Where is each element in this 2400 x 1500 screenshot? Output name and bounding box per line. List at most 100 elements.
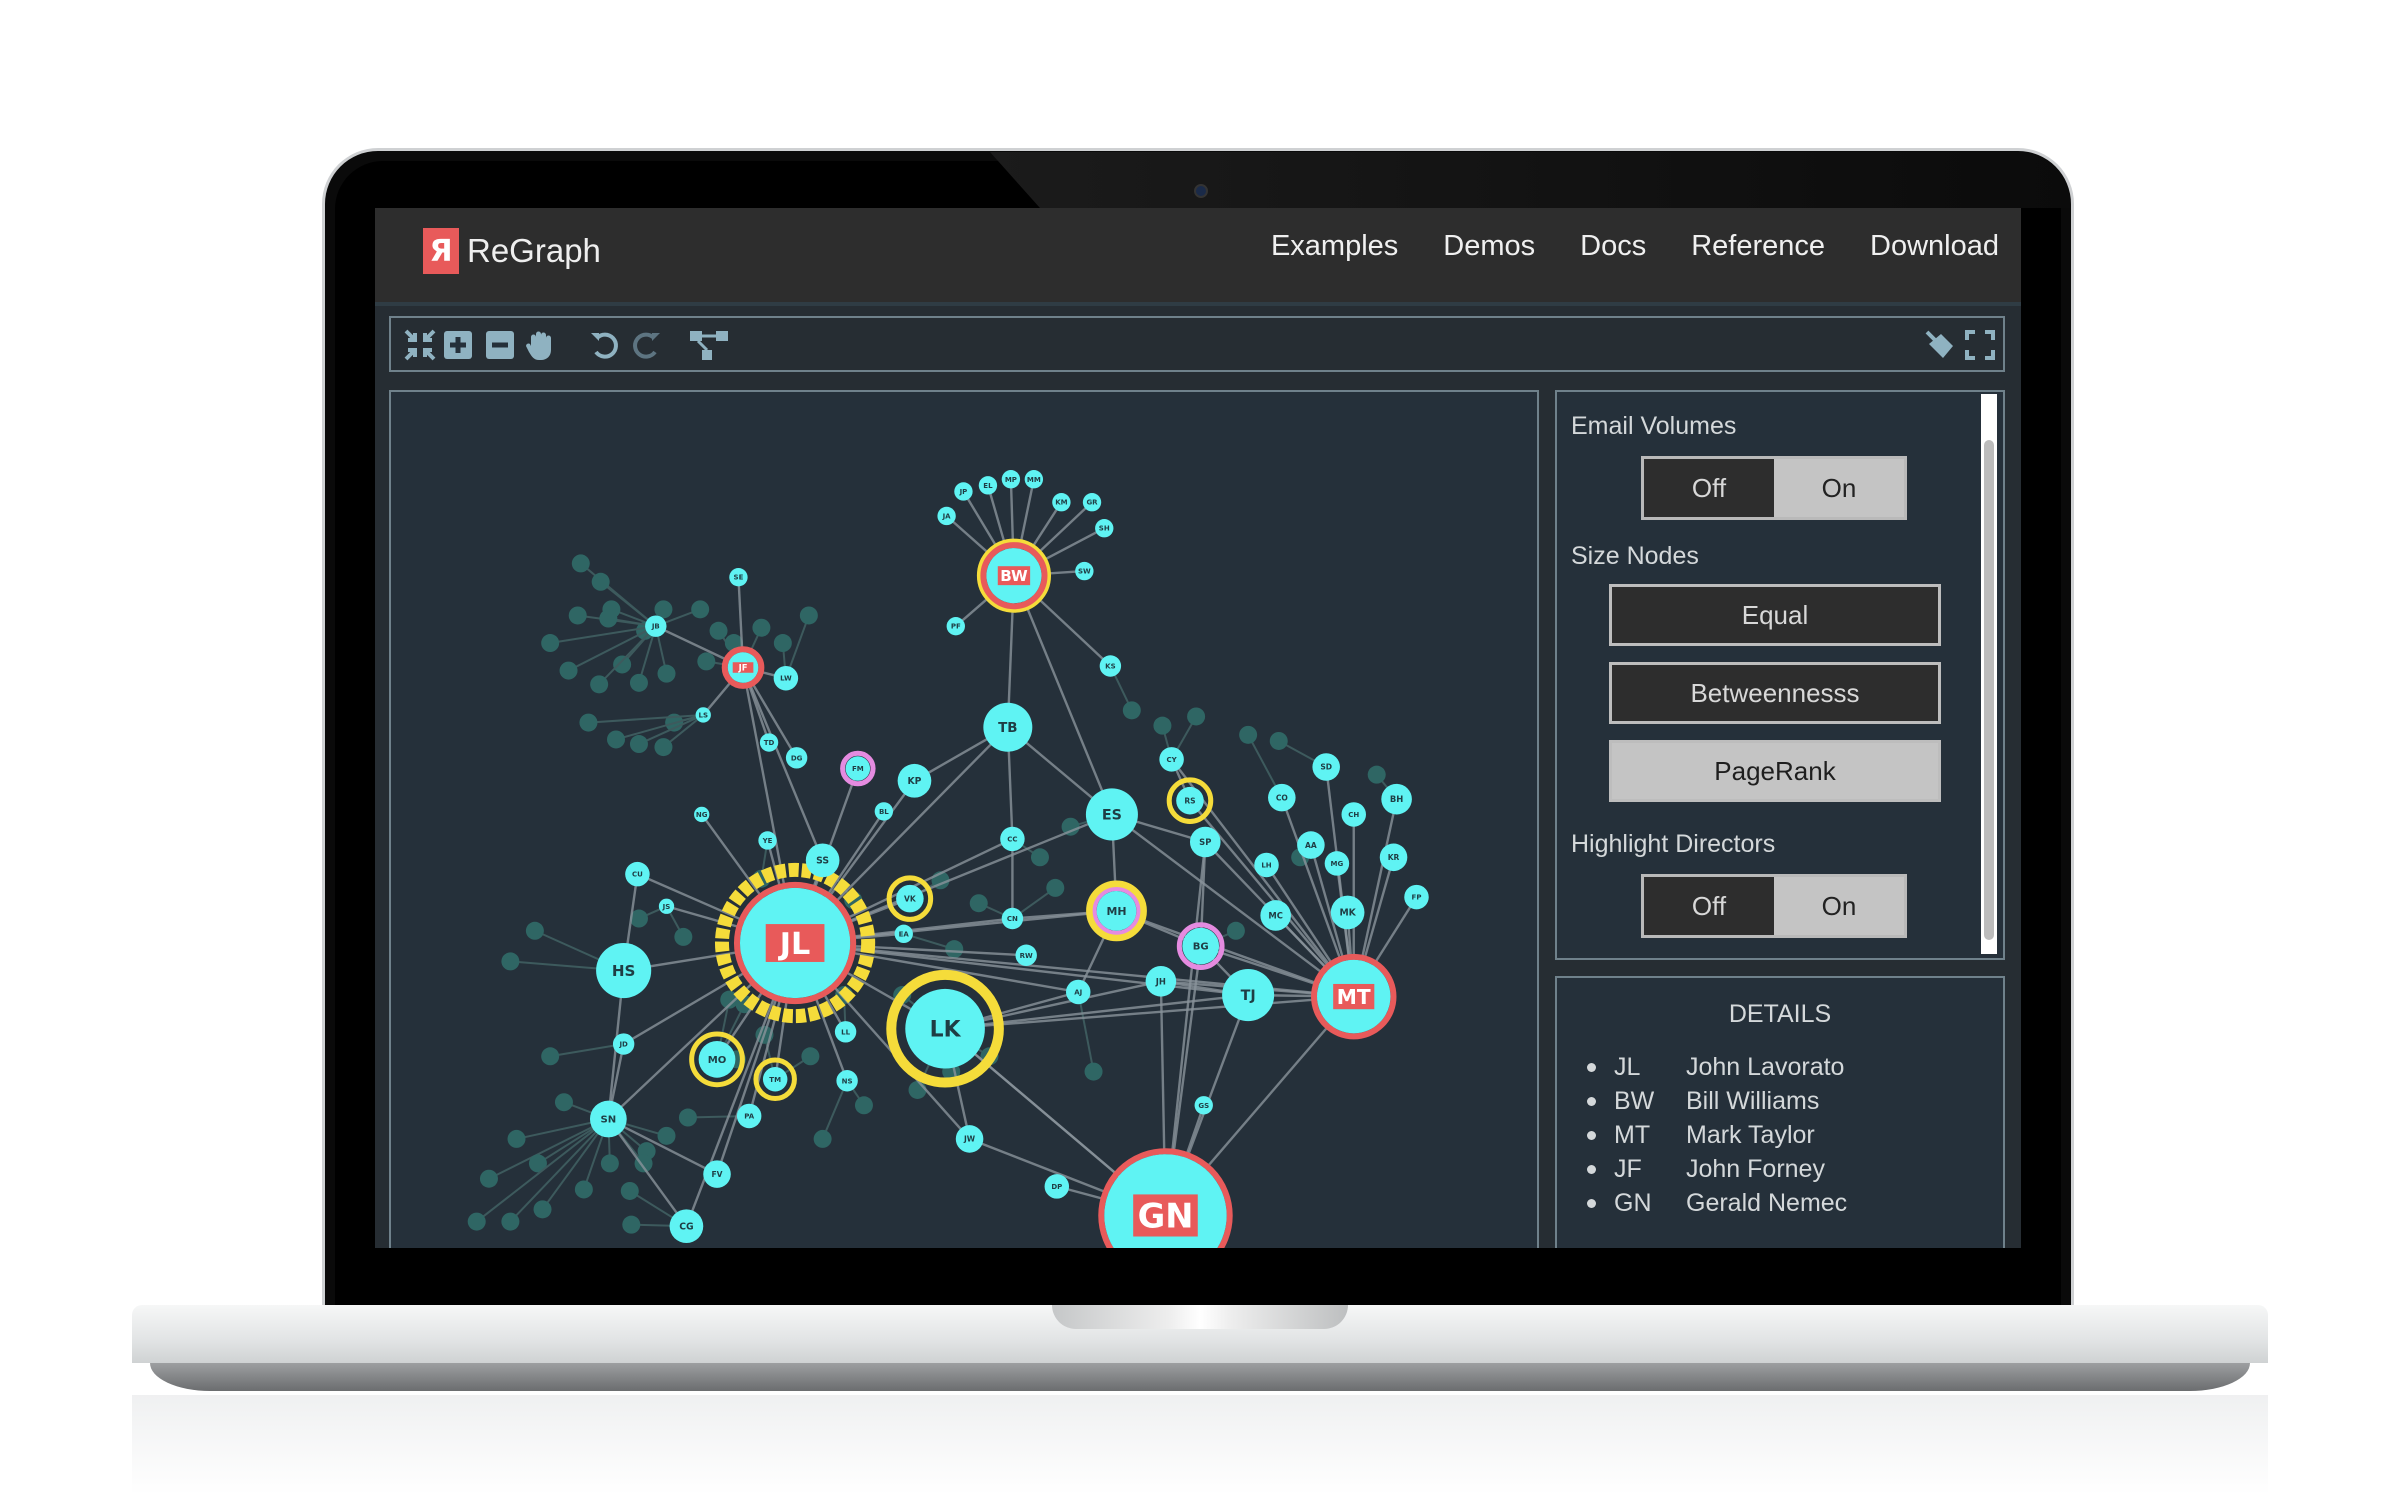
faded-node[interactable] [574,1180,593,1199]
graph-node-bl[interactable]: BL [874,802,894,821]
faded-node[interactable] [501,952,520,971]
nav-reference[interactable]: Reference [1691,230,1825,263]
graph-node-sh[interactable]: SH [1095,519,1114,538]
graph-node-lk[interactable]: LK [886,969,1004,1088]
controls-scrollbar[interactable] [1981,394,1997,954]
faded-node[interactable] [629,735,648,754]
faded-node[interactable] [709,621,728,640]
faded-node[interactable] [1084,1062,1103,1081]
email-volumes-toggle[interactable]: Off On [1641,456,1907,520]
faded-node[interactable] [752,618,771,637]
graph-node-tj[interactable]: TJ [1222,969,1275,1022]
graph-node-cy[interactable]: CY [1159,747,1184,772]
graph-node-es[interactable]: ES [1085,788,1138,841]
faded-node[interactable] [606,730,625,749]
layout-hierarchy-icon[interactable] [687,326,731,364]
faded-node[interactable] [541,634,560,653]
faded-node[interactable] [629,673,648,692]
graph-node-mm[interactable]: MM [1024,470,1044,489]
faded-node[interactable] [541,1047,560,1066]
faded-node[interactable] [507,1129,526,1148]
faded-node[interactable] [571,554,590,573]
highlight-directors-toggle[interactable]: Off On [1641,874,1907,938]
graph-node-mg[interactable]: MG [1324,851,1350,876]
faded-node[interactable] [554,1093,573,1112]
faded-node[interactable] [613,655,632,674]
nav-download[interactable]: Download [1870,230,1999,263]
graph-node-sp[interactable]: SP [1189,826,1221,858]
faded-node[interactable] [691,600,710,619]
email-volumes-on[interactable]: On [1774,459,1904,517]
graph-node-ng[interactable]: NG [694,806,710,823]
graph-node-cn[interactable]: CN [1001,907,1024,930]
faded-node[interactable] [697,652,716,671]
highlight-directors-off[interactable]: Off [1644,877,1774,935]
faded-node[interactable] [813,1129,832,1148]
graph-node-jf[interactable]: JF [721,646,765,689]
graph-node-ch[interactable]: CH [1341,802,1366,827]
graph-node-kp[interactable]: KP [897,763,932,798]
graph-node-pf[interactable]: PF [946,616,965,636]
size-pagerank-button[interactable]: PageRank [1609,740,1941,802]
graph-node-gr[interactable]: GR [1082,493,1102,512]
faded-node[interactable] [1269,731,1288,750]
faded-node[interactable] [1367,765,1386,784]
graph-node-mc[interactable]: MC [1260,900,1291,931]
graph-node-tm[interactable]: TM [753,1057,797,1101]
faded-node[interactable] [525,921,544,940]
faded-node[interactable] [969,894,988,913]
faded-node[interactable] [579,713,598,732]
graph-node-ss[interactable]: SS [805,843,840,878]
graph-node-jh[interactable]: JH [1145,965,1177,997]
highlight-directors-on[interactable]: On [1774,877,1904,935]
pan-hand-icon[interactable] [521,326,559,364]
faded-node[interactable] [591,572,610,591]
graph-node-sw[interactable]: SW [1075,561,1094,581]
graph-node-vk[interactable]: VK [886,875,934,922]
graph-node-se[interactable]: SE [729,568,748,587]
graph-node-gs[interactable]: GS [1194,1096,1213,1115]
faded-node[interactable] [799,606,818,625]
graph-node-jb[interactable]: JB [645,615,667,637]
graph-node-td[interactable]: TD [759,733,779,752]
faded-node[interactable] [590,675,609,694]
size-equal-button[interactable]: Equal [1609,584,1941,646]
faded-node[interactable] [599,609,618,628]
email-volumes-off[interactable]: Off [1644,459,1774,517]
faded-node[interactable] [773,634,792,653]
zoom-out-icon[interactable] [481,326,519,364]
graph-node-fv[interactable]: FV [703,1160,731,1188]
graph-node-fm[interactable]: FM [840,750,876,787]
graph-node-ns[interactable]: NS [836,1070,858,1092]
size-betweenness-button[interactable]: Betweennesss [1609,662,1941,724]
network-graph[interactable]: JL BW MT JF GN LK HS TB ES TJ MH BG SN CG SS KP MO TM VK RS… [391,392,1539,1248]
faded-node[interactable] [1153,716,1172,735]
faded-node[interactable] [620,1181,639,1200]
graph-node-ll[interactable]: LL [834,1021,857,1043]
graph-node-sd[interactable]: SD [1312,753,1340,781]
graph-node-km[interactable]: KM [1052,493,1071,512]
graph-node-tb[interactable]: TB [983,702,1033,752]
graph-node-bw[interactable]: BW [976,538,1052,613]
graph-node-mk[interactable]: MK [1330,895,1365,930]
fit-to-window-icon[interactable] [401,326,439,364]
graph-node-cc[interactable]: CC [1000,826,1025,852]
graph-node-sn[interactable]: SN [589,1100,627,1138]
faded-node[interactable] [654,738,673,757]
faded-node[interactable] [657,664,676,683]
graph-node-gn[interactable]: GN [1098,1148,1233,1248]
graph-node-el[interactable]: EL [978,476,998,495]
fullscreen-icon[interactable] [1961,326,1999,364]
graph-node-ye[interactable]: YE [758,831,777,850]
faded-node[interactable] [801,1047,820,1066]
graph-node-bg[interactable]: BG [1176,922,1225,970]
graph-node-ls[interactable]: LS [695,707,711,723]
faded-node[interactable] [559,661,578,680]
graph-edge[interactable] [741,667,824,861]
graph-node-fp[interactable]: FP [1404,884,1429,910]
faded-node[interactable] [1122,701,1141,720]
graph-node-bh[interactable]: BH [1381,783,1412,815]
graph-node-jd[interactable]: JD [612,1033,635,1055]
graph-node-ks[interactable]: KS [1099,655,1122,677]
graph-node-pa[interactable]: PA [736,1103,762,1129]
